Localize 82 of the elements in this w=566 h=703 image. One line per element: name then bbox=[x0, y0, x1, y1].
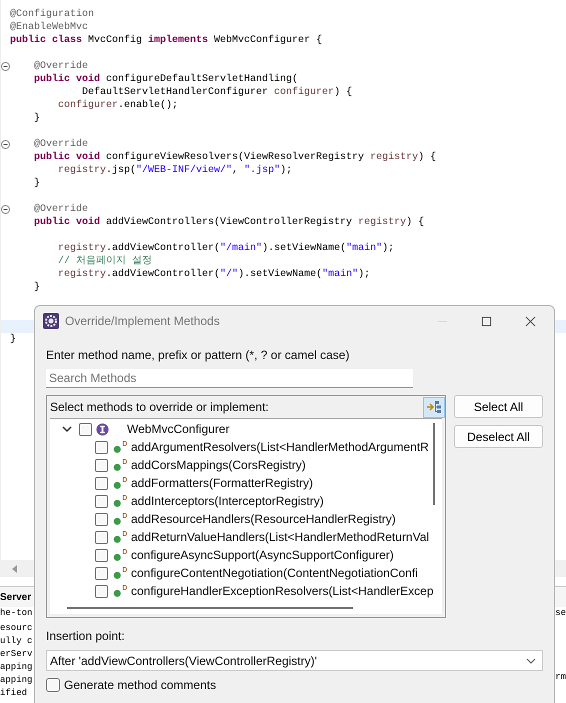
checkbox[interactable] bbox=[95, 494, 108, 508]
dialog-title: Override/Implement Methods bbox=[65, 314, 221, 328]
collapse-icon[interactable] bbox=[1, 140, 10, 149]
select-all-button[interactable]: Select All bbox=[454, 395, 543, 418]
code-line: public void configureViewResolvers(ViewResolverRegistry registry) { bbox=[33, 152, 436, 163]
tree-item[interactable]: WebMvcConfigurer bbox=[127, 422, 230, 436]
insertion-dropdown[interactable]: After 'addViewControllers(ViewControllerRegistry)' bbox=[46, 650, 543, 671]
checkbox[interactable] bbox=[95, 584, 108, 598]
console-line: esourc bbox=[0, 622, 32, 635]
arrow-tree-icon bbox=[427, 401, 441, 413]
code-line: } bbox=[33, 178, 40, 189]
tree-item[interactable]: configureAsyncSupport(AsyncSupportConfigurer) bbox=[131, 548, 394, 562]
checkbox[interactable] bbox=[95, 530, 108, 544]
tree-item[interactable]: configureHandlerExceptionResolvers(List<HandlerExcep bbox=[131, 584, 434, 598]
code-line: registry.jsp("/WEB-INF/view/", ".jsp"); bbox=[57, 165, 292, 176]
console-line: rm bbox=[555, 671, 566, 684]
method-icon bbox=[113, 548, 128, 562]
tree-item[interactable]: addResourceHandlers(ResourceHandlerRegistry) bbox=[131, 512, 396, 526]
console-line: apping bbox=[0, 674, 32, 687]
checkbox[interactable] bbox=[46, 678, 60, 692]
search-field[interactable]: Search Methods bbox=[46, 369, 413, 388]
scrollbar-thumb[interactable] bbox=[67, 607, 353, 609]
console-line: he-ton bbox=[0, 607, 32, 620]
method-icon bbox=[113, 530, 128, 544]
method-icon bbox=[113, 476, 128, 490]
code-line: registry.addViewController("/").setViewName("main"); bbox=[57, 269, 370, 280]
code-line: } bbox=[33, 282, 40, 293]
checkbox[interactable] bbox=[95, 440, 108, 454]
code-line: @Override bbox=[33, 204, 88, 215]
method-icon bbox=[113, 512, 128, 526]
checkbox[interactable] bbox=[79, 422, 92, 436]
code-line: // 처음페이지 설정 bbox=[57, 256, 152, 267]
chevron-down-icon bbox=[526, 658, 536, 664]
method-icon bbox=[113, 494, 128, 508]
code-line: public void configureDefaultServletHandling( bbox=[33, 74, 298, 85]
insertion-label: Insertion point: bbox=[46, 629, 126, 644]
tree-item[interactable]: configureContentNegotiation(ContentNegotiationConfi bbox=[131, 566, 418, 580]
list-label: Select methods to override or implement: bbox=[50, 400, 269, 414]
method-icon bbox=[113, 566, 128, 580]
code-line: } bbox=[33, 113, 40, 124]
gear-icon bbox=[43, 313, 59, 329]
console-line: ully c bbox=[0, 635, 32, 648]
collapse-icon[interactable] bbox=[1, 205, 10, 214]
method-icon bbox=[113, 458, 128, 472]
group-by-type-button[interactable] bbox=[423, 396, 445, 418]
checkbox[interactable] bbox=[95, 548, 108, 562]
tree-item[interactable]: addInterceptors(InterceptorRegistry) bbox=[131, 494, 324, 508]
search-prompt: Enter method name, prefix or pattern (*, ? or camel case) bbox=[46, 348, 350, 363]
code-line: DefaultServletHandlerConfigurer configurer) { bbox=[81, 87, 352, 98]
interface-icon bbox=[96, 422, 109, 436]
code-line: public void addViewControllers(ViewControllerRegistry registry) { bbox=[33, 217, 424, 228]
code-line: @Configuration bbox=[10, 9, 94, 20]
code-line: public class MvcConfig implements WebMvcConfigurer { bbox=[10, 35, 322, 46]
tree-item[interactable]: addArgumentResolvers(List<HandlerMethodArgumentR bbox=[131, 440, 429, 454]
deselect-all-button[interactable]: Deselect All bbox=[454, 425, 543, 448]
tree-item[interactable]: addFormatters(FormatterRegistry) bbox=[131, 476, 314, 490]
scroll-left-icon[interactable] bbox=[12, 564, 18, 572]
close-icon[interactable] bbox=[525, 316, 536, 326]
tree-item[interactable]: addCorsMappings(CorsRegistry) bbox=[131, 458, 306, 472]
code-line: @Override bbox=[33, 61, 88, 72]
checkbox[interactable] bbox=[95, 566, 108, 580]
panel-tab[interactable]: Server bbox=[0, 592, 32, 602]
checkbox[interactable] bbox=[95, 458, 108, 472]
method-icon bbox=[113, 584, 128, 598]
checkbox-label[interactable]: Generate method comments bbox=[64, 678, 216, 692]
code-line: @Override bbox=[33, 139, 88, 150]
console-line: apping bbox=[0, 661, 32, 674]
code-line: registry.addViewController("/main").setViewName("main"); bbox=[57, 243, 394, 254]
code-line: } bbox=[10, 334, 16, 345]
collapse-icon[interactable] bbox=[1, 62, 10, 71]
maximize-icon[interactable] bbox=[481, 316, 492, 326]
code-line: @EnableWebMvc bbox=[10, 22, 88, 33]
console-line: se bbox=[555, 607, 566, 620]
console-line: ified bbox=[0, 687, 28, 700]
checkbox[interactable] bbox=[95, 476, 108, 490]
method-icon bbox=[113, 440, 128, 454]
expand-icon[interactable] bbox=[62, 424, 72, 434]
checkbox[interactable] bbox=[95, 512, 108, 526]
tree-item[interactable]: addReturnValueHandlers(List<HandlerMethodReturnVal bbox=[131, 530, 430, 544]
code-line: configurer.enable(); bbox=[57, 100, 178, 111]
console-line: erServ bbox=[0, 648, 32, 661]
scrollbar-thumb[interactable] bbox=[433, 423, 435, 505]
